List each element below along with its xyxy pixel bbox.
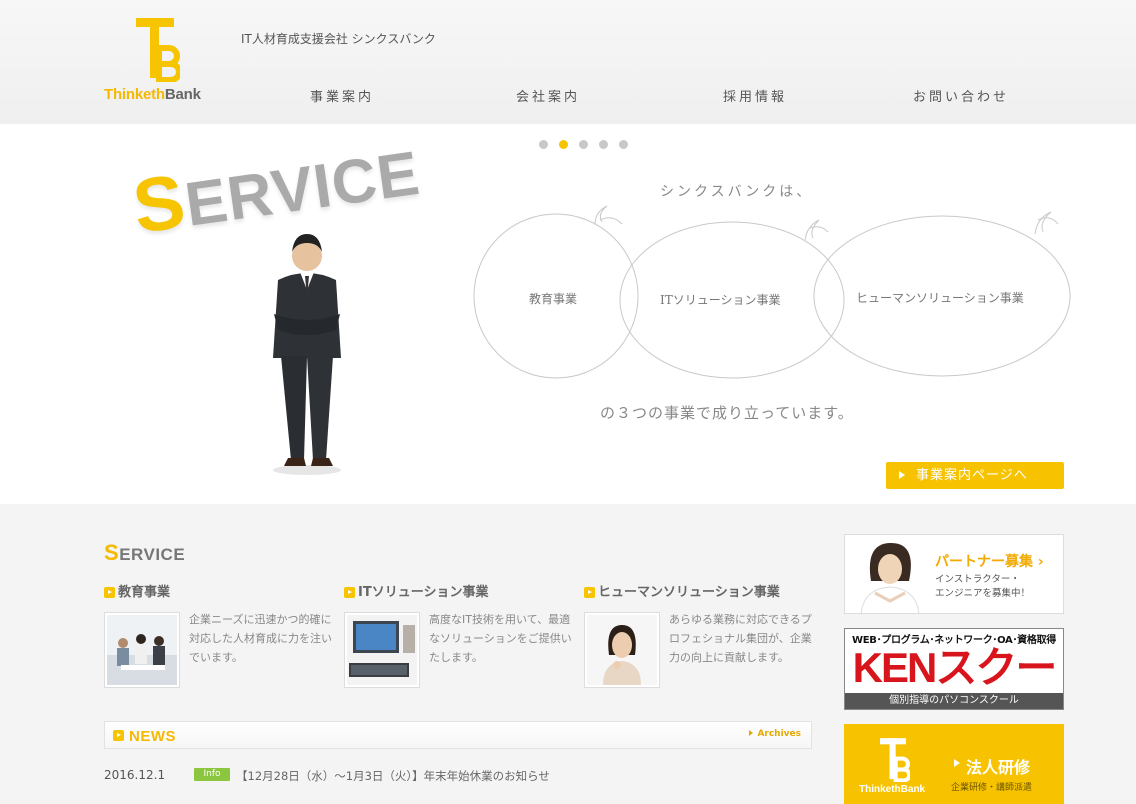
woman-photo[interactable]: [584, 612, 660, 688]
news-item-link[interactable]: 【12月28日（水）～1月3日（火）】年末年始休業のお知らせ: [236, 768, 550, 784]
corporate-banner-subtitle: 企業研修・講師派遣: [951, 783, 1033, 793]
slider-dot-2[interactable]: [559, 140, 568, 149]
business-page-button[interactable]: 事業案内ページへ: [886, 462, 1064, 489]
partner-recruit-banner[interactable]: パートナー募集 › インストラクター・ エンジニアを募集中！: [844, 534, 1064, 614]
service-item-text: 企業ニーズに迅速かつ的確に対応した人材育成に力を注いでいます。: [189, 613, 332, 664]
service-item-title[interactable]: ITソリューション事業: [344, 584, 576, 602]
ken-school-banner[interactable]: WEB･プログラム･ネットワーク･OA･資格取得 KENスクール 個別指導のパソ…: [844, 628, 1064, 710]
chevron-right-icon: ›: [1037, 554, 1044, 570]
hero-slider: SERVICE シンクスバンクは、 教育事業 ITソリューション事業 ヒューマン…: [0, 124, 1136, 504]
computer-photo[interactable]: [344, 612, 420, 688]
logo-mark-icon: [136, 18, 180, 82]
nav-business[interactable]: 事業案内: [310, 86, 374, 105]
businessman-illustration: [273, 234, 341, 475]
business-education-label: 教育事業: [529, 292, 578, 306]
header: ThinkethBank IT人材育成支援会社 シンクスバンク 事業案内 会社案…: [0, 0, 1136, 124]
arrow-bullet-icon: [584, 587, 595, 598]
slider-dot-3[interactable]: [579, 140, 588, 149]
meeting-photo[interactable]: [104, 612, 180, 688]
service-item-title[interactable]: ヒューマンソリューション事業: [584, 584, 816, 602]
news-section-title: NEWS: [129, 728, 177, 745]
corporate-banner-title: 法人研修: [953, 754, 1030, 778]
hero-subtitle: の３つの事業で成り立っています。: [600, 404, 854, 422]
logo-text: ThinkethBank: [104, 86, 201, 103]
main-nav: 事業案内 会社案内 採用情報 お問い合わせ: [240, 86, 1070, 106]
nav-recruit[interactable]: 採用情報: [723, 86, 787, 105]
logo-mark-icon: [880, 738, 910, 782]
business-it-solution-label: ITソリューション事業: [660, 293, 781, 307]
ken-banner-bottom-text: 個別指導のパソコンスクール: [845, 693, 1063, 709]
nav-company[interactable]: 会社案内: [516, 86, 580, 105]
service-section-title: SERVICE: [104, 540, 186, 565]
nav-contact[interactable]: お問い合わせ: [913, 86, 1009, 105]
business-human-solution-label: ヒューマンソリューション事業: [856, 291, 1024, 305]
hero-title: シンクスバンクは、: [660, 184, 814, 200]
arrow-bullet-icon: [113, 730, 124, 741]
site-logo[interactable]: ThinkethBank: [104, 18, 214, 106]
service-item-text: 高度なIT技術を用いて、最適なソリューションをご提供いたします。: [429, 613, 572, 664]
business-circles: 教育事業 ITソリューション事業 ヒューマンソリューション事業: [470, 204, 1080, 384]
corporate-banner-logo: ThinkethBank: [859, 784, 926, 795]
service-item-human-solution: ヒューマンソリューション事業 あらゆる業務に対応できるプロフェショナル集団が、企…: [584, 584, 816, 688]
service-item-text: あらゆる業務に対応できるプロフェショナル集団が、企業力の向上に貢献します。: [669, 613, 812, 664]
partner-banner-text: インストラクター・ エンジニアを募集中！: [935, 574, 1031, 599]
slider-dot-5[interactable]: [619, 140, 628, 149]
news-badge: Info: [194, 768, 230, 781]
partner-woman-photo: [845, 535, 929, 613]
archives-link[interactable]: Archives: [749, 729, 801, 739]
service-item-it-solution: ITソリューション事業 高度なIT技術を用いて、最適なソリューションをご提供いた…: [344, 584, 576, 688]
service-item-title[interactable]: 教育事業: [104, 584, 336, 602]
tagline: IT人材育成支援会社 シンクスバンク: [241, 32, 436, 46]
partner-banner-title: パートナー募集 ›: [935, 554, 1044, 570]
service-item-education: 教育事業 企業ニーズに迅速かつ的確に対応した人材育成に力を注いでいます。: [104, 584, 336, 688]
news-header-bar: NEWS Archives: [104, 721, 812, 749]
arrow-bullet-icon: [104, 587, 115, 598]
slider-dot-4[interactable]: [599, 140, 608, 149]
arrow-bullet-icon: [344, 587, 355, 598]
slider-dot-1[interactable]: [539, 140, 548, 149]
news-date: 2016.12.1: [104, 768, 166, 782]
corporate-training-banner[interactable]: ThinkethBank 法人研修 企業研修・講師派遣: [844, 724, 1064, 804]
slider-dots: [539, 134, 639, 153]
